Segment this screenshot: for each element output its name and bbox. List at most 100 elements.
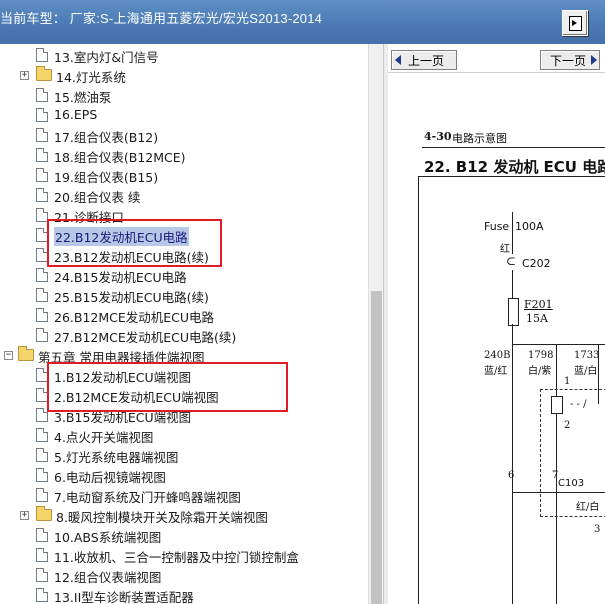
- tree-item[interactable]: 27.B12MCE发动机ECU电路(续): [0, 326, 368, 346]
- connector-pin-mark: ⊂: [506, 254, 517, 268]
- document-icon: [36, 48, 48, 62]
- document-icon: [36, 488, 48, 502]
- tree-scrollbar-thumb[interactable]: [371, 291, 382, 604]
- wire3-code: 1733: [574, 350, 600, 361]
- pin3: 3: [594, 524, 601, 535]
- diagram-viewer: 上一页 下一页 4-30 电路示意图 22. B12 发动机 ECU 电路 Fu…: [388, 44, 605, 604]
- document-icon: [36, 588, 48, 602]
- tree-item[interactable]: 16.EPS: [0, 106, 368, 126]
- tree-item[interactable]: 7.电动窗系统及门开蜂鸣器端视图: [0, 486, 368, 506]
- wire-after-f201: [512, 324, 513, 344]
- tree-item-label: 7.电动窗系统及门开蜂鸣器端视图: [54, 490, 241, 505]
- tree-item[interactable]: 12.组合仪表端视图: [0, 566, 368, 586]
- pin6: 6: [508, 470, 515, 481]
- tree-item[interactable]: 10.ABS系统端视图: [0, 526, 368, 546]
- tree-item[interactable]: 5.灯光系统电器端视图: [0, 446, 368, 466]
- section-number: 4-30: [424, 130, 452, 143]
- tree-item[interactable]: 24.B15发动机ECU电路: [0, 266, 368, 286]
- tree-item-label: 12.组合仪表端视图: [54, 570, 162, 585]
- folder-icon: [18, 346, 34, 361]
- tree-scrollbar[interactable]: [368, 44, 384, 604]
- document-icon: [36, 88, 48, 102]
- document-icon: [36, 288, 48, 302]
- title-bar: 当前车型： 厂家:S-上海通用五菱宏光/宏光S2013-2014: [0, 0, 605, 44]
- tree-item-label: 13.II型车诊断装置适配器: [54, 590, 194, 604]
- tree-item[interactable]: 4.点火开关端视图: [0, 426, 368, 446]
- tree-item[interactable]: 6.电动后视镜端视图: [0, 466, 368, 486]
- panel-toggle-button[interactable]: [562, 10, 588, 36]
- document-icon: [36, 108, 48, 122]
- diagram-border-left: [418, 176, 419, 604]
- previous-page-button[interactable]: 上一页: [391, 50, 457, 70]
- wire-color-red: 红: [500, 244, 510, 255]
- tree-item-label: 25.B15发动机ECU电路(续): [54, 290, 209, 305]
- tree-item[interactable]: 13.II型车诊断装置适配器: [0, 586, 368, 604]
- tree-item-label: 5.灯光系统电器端视图: [54, 450, 179, 465]
- tree-item[interactable]: 25.B15发动机ECU电路(续): [0, 286, 368, 306]
- toolbar-divider: [388, 72, 605, 73]
- document-icon: [36, 468, 48, 482]
- tree-item[interactable]: +8.暖风控制模块开关及除霜开关端视图: [0, 506, 368, 526]
- tree-item[interactable]: 26.B12MCE发动机ECU电路: [0, 306, 368, 326]
- relay-contact-mark: - - /: [570, 399, 587, 410]
- document-icon: [36, 128, 48, 142]
- document-icon: [36, 148, 48, 162]
- tree-item-label: 24.B15发动机ECU电路: [54, 270, 187, 285]
- fuse-label: Fuse: [484, 220, 510, 233]
- tree-item-label: 4.点火开关端视图: [54, 430, 154, 445]
- tree-item-label: 17.组合仪表(B12): [54, 130, 159, 145]
- tree-item[interactable]: +14.灯光系统: [0, 66, 368, 86]
- relay-coil-symbol: [551, 396, 563, 414]
- header-rule: [422, 147, 605, 148]
- fuse-rating: 100A: [515, 220, 544, 233]
- document-icon: [36, 308, 48, 322]
- wire1-color: 蓝/红: [484, 366, 508, 377]
- fuse-f201-rating: 15A: [526, 312, 548, 325]
- arrow-left-icon: [395, 55, 401, 65]
- viewer-toolbar: 上一页 下一页: [388, 50, 605, 74]
- tree-item-label: 13.室内灯&门信号: [54, 50, 159, 65]
- document-icon: [36, 448, 48, 462]
- fuse-f201: F201: [524, 298, 553, 311]
- document-icon: [36, 188, 48, 202]
- tree-item[interactable]: 20.组合仪表 续: [0, 186, 368, 206]
- tree-item[interactable]: 19.组合仪表(B15): [0, 166, 368, 186]
- connector-c202: C202: [522, 257, 551, 270]
- relay-pin2: 2: [564, 420, 571, 431]
- next-page-button[interactable]: 下一页: [540, 50, 600, 70]
- tree-item-label: 26.B12MCE发动机ECU电路: [54, 310, 215, 325]
- folder-icon: [36, 66, 52, 81]
- section-title: 电路示意图: [452, 132, 507, 145]
- expand-icon[interactable]: +: [20, 71, 29, 80]
- tree-item-label: 19.组合仪表(B15): [54, 170, 159, 185]
- tree-item-label: 16.EPS: [54, 107, 98, 122]
- document-icon: [36, 268, 48, 282]
- tree-item[interactable]: 15.燃油泵: [0, 86, 368, 106]
- tree-item-label: 8.暖风控制模块开关及除霜开关端视图: [56, 510, 268, 525]
- document-icon: [36, 568, 48, 582]
- chapter-tree[interactable]: 13.室内灯&门信号 +14.灯光系统 15.燃油泵 16.EPS 17.组合仪表(B1…: [0, 44, 368, 604]
- tree-item-label: 15.燃油泵: [54, 90, 112, 105]
- wire3-color: 蓝/白: [574, 366, 598, 377]
- relay-pin1: 1: [564, 376, 571, 387]
- fuse-f201-symbol: [508, 298, 519, 326]
- diagram-title: 22. B12 发动机 ECU 电路: [424, 158, 605, 176]
- wire-bus: [512, 344, 605, 345]
- tree-item[interactable]: 11.收放机、三合一控制器及中控门锁控制盒: [0, 546, 368, 566]
- pin7: 7: [552, 470, 559, 481]
- document-icon: [36, 548, 48, 562]
- wire2-color: 白/紫: [528, 366, 552, 377]
- diagram-border-top: [418, 176, 605, 177]
- wire-main-top: [512, 212, 513, 254]
- tree-item-label: 18.组合仪表(B12MCE): [54, 150, 186, 165]
- tree-item[interactable]: 13.室内灯&门信号: [0, 46, 368, 66]
- tree-item[interactable]: 17.组合仪表(B12): [0, 126, 368, 146]
- expand-icon[interactable]: +: [20, 511, 29, 520]
- collapse-icon[interactable]: −: [4, 351, 13, 360]
- highlight-box-ecu-endview: [47, 362, 288, 412]
- document-icon: [36, 428, 48, 442]
- wire-main-mid: [512, 270, 513, 298]
- folder-icon: [36, 506, 52, 521]
- tree-item[interactable]: 18.组合仪表(B12MCE): [0, 146, 368, 166]
- arrow-right-icon: [591, 55, 597, 65]
